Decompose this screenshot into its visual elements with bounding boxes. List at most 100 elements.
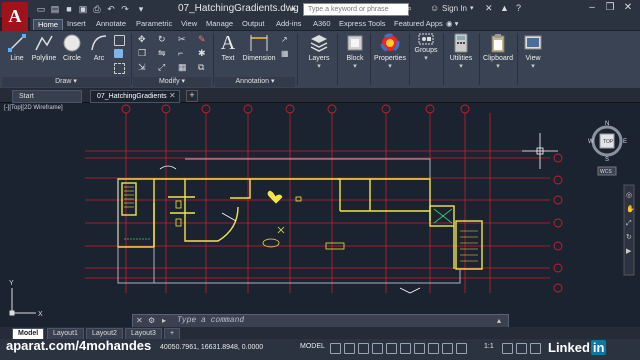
tab-add-ins[interactable]: Add-ins bbox=[272, 19, 305, 29]
copy-icon[interactable]: ❐ bbox=[138, 49, 147, 58]
restore-icon[interactable]: ❐ bbox=[603, 2, 617, 14]
quick-access-dropdown-icon[interactable]: ▾ bbox=[136, 4, 146, 14]
undo-icon[interactable]: ↶ bbox=[106, 4, 116, 14]
close-tab-icon[interactable]: ✕ bbox=[169, 91, 176, 100]
sign-in-dropdown-icon[interactable]: ▾ bbox=[470, 4, 478, 12]
offset-icon[interactable]: ⧉ bbox=[198, 63, 207, 72]
scale-icon[interactable]: ⤢ bbox=[158, 63, 167, 72]
open-file-icon[interactable]: ▤ bbox=[50, 4, 60, 14]
tab-view[interactable]: View bbox=[177, 19, 201, 29]
recent-commands-icon[interactable]: ▸ bbox=[162, 316, 166, 325]
object-snap-tracking-icon[interactable] bbox=[400, 343, 411, 354]
application-menu-button[interactable]: A bbox=[2, 2, 28, 32]
transparency-icon[interactable] bbox=[428, 343, 439, 354]
properties-button[interactable]: Properties ▾ bbox=[372, 33, 408, 70]
tab-parametric[interactable]: Parametric bbox=[132, 19, 176, 29]
rotate-icon[interactable]: ↻ bbox=[158, 35, 167, 44]
close-icon[interactable]: ✕ bbox=[621, 2, 635, 14]
clipboard-dropdown-icon: ▾ bbox=[496, 63, 500, 70]
osnap-icon[interactable] bbox=[386, 343, 397, 354]
groups-button[interactable]: Groups ▾ bbox=[412, 33, 440, 62]
snap-mode-icon[interactable] bbox=[344, 343, 355, 354]
layers-button[interactable]: Layers ▾ bbox=[302, 33, 336, 70]
tab-manage[interactable]: Manage bbox=[202, 19, 237, 29]
tab-output[interactable]: Output bbox=[238, 19, 269, 29]
boundary-icon[interactable] bbox=[114, 63, 125, 74]
customize-icon[interactable]: ⚙ bbox=[148, 316, 155, 325]
command-line[interactable]: ✕ ⚙ ▸ Type a command ▴ bbox=[132, 314, 509, 328]
new-tab-button[interactable]: + bbox=[186, 90, 198, 102]
stretch-icon[interactable]: ⇲ bbox=[138, 63, 147, 72]
viewcube-n-label: N bbox=[605, 121, 609, 127]
hatch-icon[interactable] bbox=[114, 49, 123, 58]
start-tab[interactable]: Start bbox=[12, 90, 82, 103]
exchange-apps-icon[interactable]: ✕ bbox=[485, 3, 495, 13]
sign-in-link[interactable]: Sign In bbox=[442, 4, 467, 13]
trim-icon[interactable]: ✂ bbox=[178, 35, 187, 44]
arc-icon bbox=[91, 35, 107, 51]
tab-a360[interactable]: A360 bbox=[309, 19, 335, 29]
drawing-tab[interactable]: 07_HatchingGradients bbox=[90, 90, 180, 103]
save-as-icon[interactable]: ▣ bbox=[78, 4, 88, 14]
save-icon[interactable]: ■ bbox=[64, 4, 74, 14]
line-button[interactable]: Line bbox=[6, 33, 28, 62]
fillet-icon[interactable]: ⌐ bbox=[178, 49, 187, 58]
search-options-icon[interactable]: ▸ bbox=[292, 4, 300, 13]
tab-insert[interactable]: Insert bbox=[63, 19, 90, 29]
tab-home[interactable]: Home bbox=[33, 19, 64, 30]
text-button[interactable]: A Text bbox=[217, 33, 239, 62]
isolate-objects-icon[interactable] bbox=[516, 343, 527, 354]
grid-display-icon[interactable] bbox=[330, 343, 341, 354]
search-icon[interactable]: ⌕ bbox=[407, 3, 417, 13]
erase-icon[interactable]: ✎ bbox=[198, 35, 207, 44]
ribbon-minimize-icon[interactable]: ◉ ▾ bbox=[442, 19, 462, 29]
panel-separator bbox=[409, 33, 410, 85]
selection-cycling-icon[interactable] bbox=[442, 343, 453, 354]
dimension-button[interactable]: Dimension bbox=[241, 33, 277, 62]
circle-button[interactable]: Circle bbox=[60, 33, 84, 62]
rectangle-icon[interactable] bbox=[114, 35, 125, 46]
command-input[interactable]: Type a command bbox=[177, 315, 497, 327]
tab-featured-apps[interactable]: Featured Apps bbox=[390, 19, 447, 29]
ortho-mode-icon[interactable] bbox=[358, 343, 369, 354]
command-history-icon[interactable]: ▴ bbox=[497, 316, 501, 325]
clipboard-button[interactable]: Clipboard ▾ bbox=[481, 33, 515, 70]
minimize-icon[interactable]: – bbox=[585, 2, 599, 14]
viewcube-e-label: E bbox=[623, 139, 627, 145]
explode-icon[interactable]: ✱ bbox=[198, 49, 207, 58]
table-icon[interactable]: ▦ bbox=[281, 49, 290, 58]
move-icon[interactable]: ✥ bbox=[138, 35, 147, 44]
draw-panel-title[interactable]: Draw ▾ bbox=[2, 77, 130, 87]
view-button[interactable]: View ▾ bbox=[520, 33, 546, 70]
drawing-area[interactable]: Y X TOP N S E W WCS ◎ ✋ ⤢ ↻ ▶ bbox=[0, 103, 640, 325]
user-icon[interactable]: ☺ bbox=[430, 3, 440, 13]
modify-panel-title[interactable]: Modify ▾ bbox=[133, 77, 211, 87]
annotation-scale[interactable]: 1:1 bbox=[484, 343, 494, 350]
new-file-icon[interactable]: ▭ bbox=[36, 4, 46, 14]
navigation-bar[interactable]: ◎ ✋ ⤢ ↻ ▶ bbox=[623, 184, 635, 276]
block-button[interactable]: Block ▾ bbox=[341, 33, 369, 70]
utilities-button[interactable]: Utilities ▾ bbox=[446, 33, 476, 70]
viewport-controls[interactable]: [-][Top][2D Wireframe] bbox=[4, 105, 63, 111]
help-icon[interactable]: ? bbox=[516, 3, 526, 13]
groups-icon bbox=[418, 33, 434, 45]
lineweight-icon[interactable] bbox=[414, 343, 425, 354]
model-space-toggle[interactable]: MODEL bbox=[300, 343, 325, 350]
polyline-button[interactable]: Polyline bbox=[30, 33, 58, 62]
array-icon[interactable]: ▦ bbox=[178, 63, 187, 72]
tab-annotate[interactable]: Annotate bbox=[92, 19, 130, 29]
redo-icon[interactable]: ↷ bbox=[120, 4, 130, 14]
annotation-panel-title[interactable]: Annotation ▾ bbox=[215, 77, 295, 87]
close-command-line-icon[interactable]: ✕ bbox=[136, 316, 143, 325]
mirror-icon[interactable]: ⇋ bbox=[158, 49, 167, 58]
print-icon[interactable]: ⎙ bbox=[92, 4, 102, 14]
workspace-switching-icon[interactable] bbox=[502, 343, 513, 354]
customization-icon[interactable] bbox=[530, 343, 541, 354]
search-input[interactable]: Type a keyword or phrase bbox=[303, 3, 409, 16]
tab-express-tools[interactable]: Express Tools bbox=[335, 19, 390, 29]
arc-button[interactable]: Arc bbox=[88, 33, 110, 62]
polar-tracking-icon[interactable] bbox=[372, 343, 383, 354]
leader-icon[interactable]: ↗ bbox=[281, 35, 290, 44]
annotation-visibility-icon[interactable] bbox=[456, 343, 467, 354]
autodesk-a360-icon[interactable]: ▲ bbox=[500, 3, 510, 13]
